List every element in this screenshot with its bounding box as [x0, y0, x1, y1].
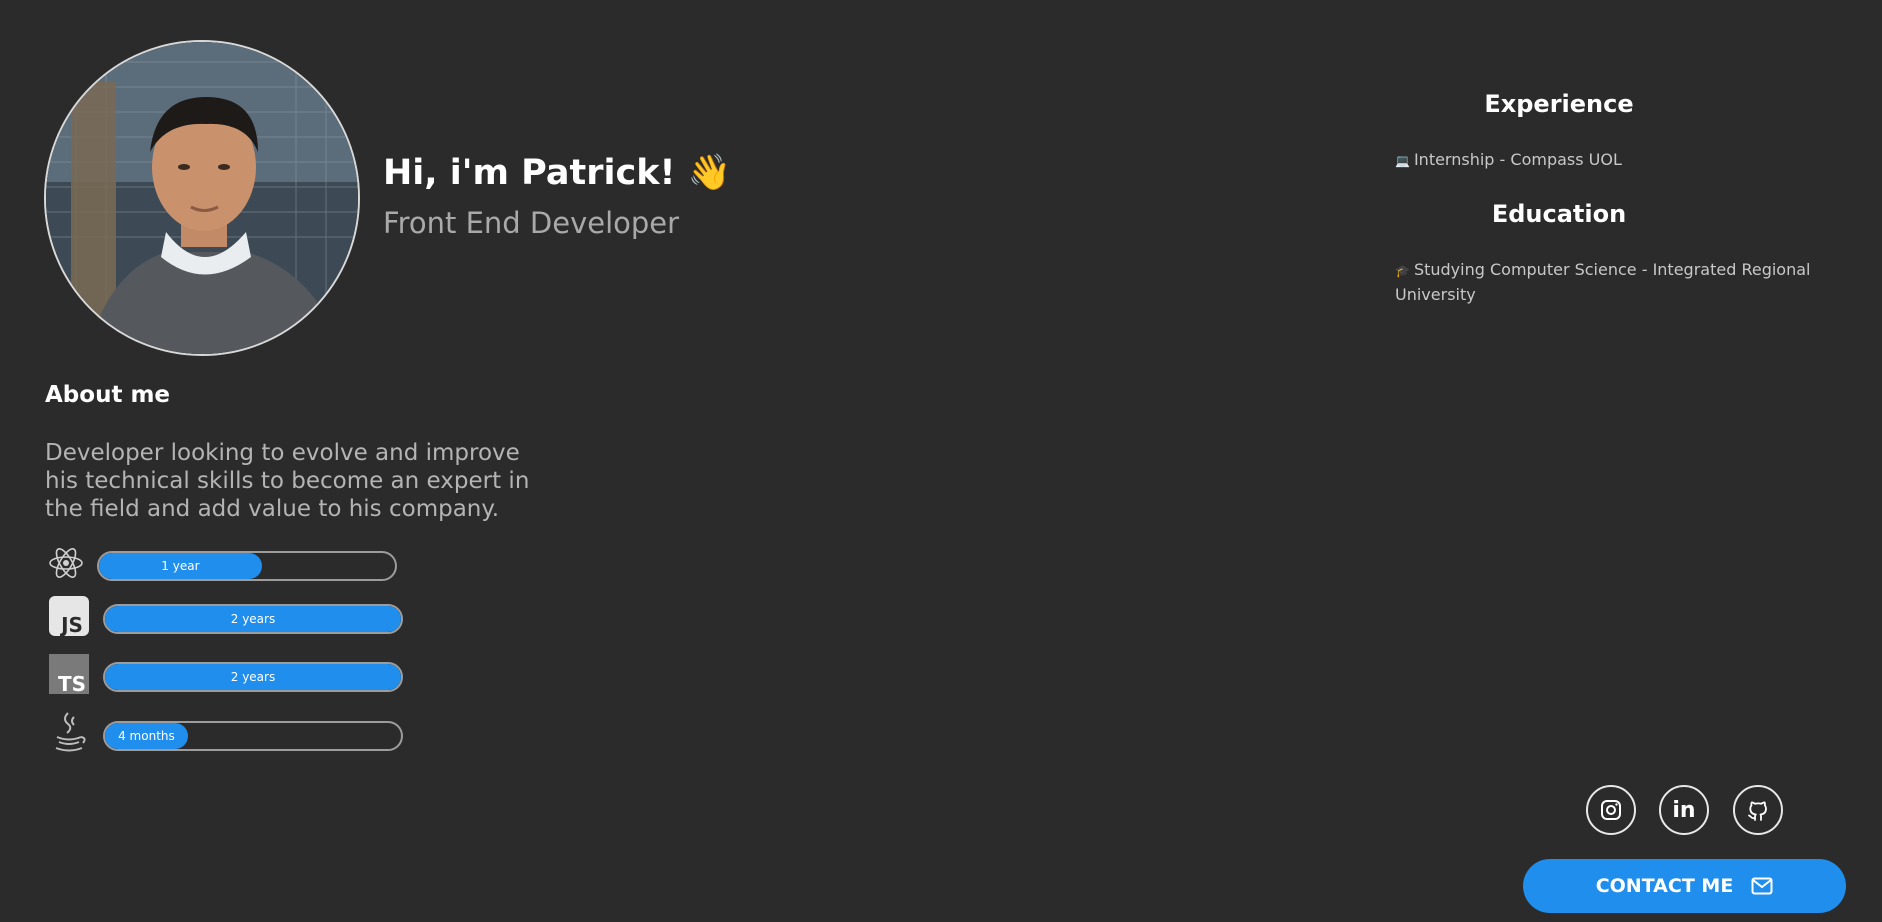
experience-item: 💻 Internship - Compass UOL: [1395, 148, 1835, 173]
avatar: [44, 40, 360, 356]
github-icon: [1748, 801, 1767, 821]
skill-bar-javascript: 2 years: [103, 604, 403, 634]
laptop-icon: 💻: [1395, 154, 1410, 168]
skill-bar-typescript: 2 years: [103, 662, 403, 692]
java-icon: [48, 711, 90, 753]
instagram-button[interactable]: [1586, 785, 1636, 835]
skill-bar-react: 1 year: [97, 551, 397, 581]
mail-icon: [1751, 877, 1773, 895]
greeting-heading: Hi, i'm Patrick! 👋: [383, 152, 731, 193]
education-item-text: Studying Computer Science - Integrated R…: [1395, 260, 1811, 304]
javascript-icon: JS: [48, 595, 90, 637]
react-icon: [48, 545, 90, 587]
js-icon-text: JS: [59, 613, 83, 637]
contact-me-label: CONTACT ME: [1595, 875, 1734, 897]
role-subtitle: Front End Developer: [383, 206, 680, 240]
about-title: About me: [45, 382, 171, 408]
skill-bar-label: 1 year: [161, 559, 200, 573]
contact-me-button[interactable]: CONTACT ME: [1523, 859, 1846, 913]
skill-bar-label: 4 months: [118, 729, 175, 743]
portfolio-page: Hi, i'm Patrick! 👋 Front End Developer A…: [0, 0, 1882, 922]
graduation-cap-icon: 🎓: [1395, 264, 1410, 278]
ts-icon-text: TS: [58, 672, 86, 695]
wave-emoji: 👋: [687, 153, 732, 193]
greeting-text: Hi, i'm Patrick!: [383, 153, 676, 193]
typescript-icon: TS: [48, 653, 90, 696]
linkedin-button[interactable]: in: [1659, 785, 1709, 835]
instagram-icon: [1601, 800, 1621, 820]
skill-bar-label: 2 years: [230, 612, 276, 626]
skill-bar-java: 4 months: [103, 721, 403, 751]
education-title: Education: [1491, 200, 1627, 228]
about-text: Developer looking to evolve and improve …: [45, 440, 530, 522]
experience-item-text: Internship - Compass UOL: [1413, 150, 1622, 169]
github-button[interactable]: [1733, 785, 1783, 835]
skill-bar-label: 2 years: [230, 670, 276, 684]
experience-title: Experience: [1484, 90, 1634, 118]
linkedin-icon: in: [1672, 797, 1696, 823]
education-item: 🎓 Studying Computer Science - Integrated …: [1395, 258, 1835, 307]
